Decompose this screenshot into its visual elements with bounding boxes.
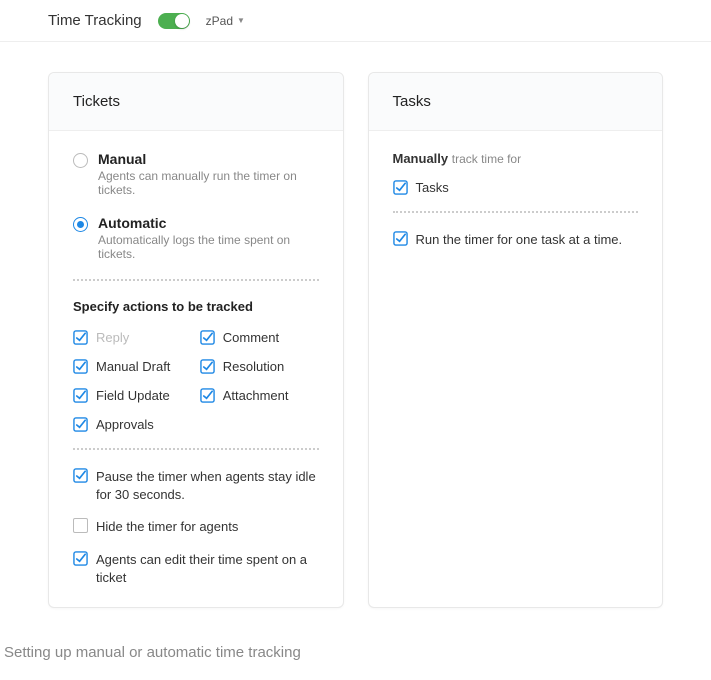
check-icon [73,417,88,432]
check-icon [73,359,88,374]
action-manual-draft-checkbox[interactable]: Manual Draft [73,359,192,374]
tasks-checkbox-label: Tasks [416,180,449,195]
radio-dot [77,221,84,228]
divider [73,279,319,281]
action-approvals-label: Approvals [96,417,154,432]
mode-automatic-label: Automatic [98,215,319,231]
option-one-task-checkbox[interactable]: Run the timer for one task at a time. [393,231,639,249]
check-icon [73,330,88,345]
page-caption: Setting up manual or automatic time trac… [0,638,711,667]
dropdown-label: zPad [206,14,233,28]
toggle-knob [175,14,189,28]
radio-icon [73,153,88,168]
action-reply-label: Reply [96,330,129,345]
check-icon [393,231,408,246]
action-resolution-checkbox[interactable]: Resolution [200,359,319,374]
actions-heading: Specify actions to be tracked [73,299,319,314]
divider [73,448,319,450]
option-agents-edit-checkbox[interactable]: Agents can edit their time spent on a ti… [73,551,319,587]
radio-icon-selected [73,217,88,232]
action-comment-label: Comment [223,330,279,345]
option-hide-timer-checkbox[interactable]: Hide the timer for agents [73,518,319,536]
check-icon [73,468,88,483]
check-icon [73,388,88,403]
option-pause-idle-checkbox[interactable]: Pause the timer when agents stay idle fo… [73,468,319,504]
mode-automatic-desc: Automatically logs the time spent on tic… [98,233,319,261]
action-attachment-checkbox[interactable]: Attachment [200,388,319,403]
action-approvals-checkbox[interactable]: Approvals [73,417,319,432]
action-manual-draft-label: Manual Draft [96,359,170,374]
checkbox-empty-icon [73,518,88,533]
action-field-update-label: Field Update [96,388,170,403]
tasks-panel-title: Tasks [369,73,663,131]
check-icon [200,388,215,403]
workspace-dropdown[interactable]: zPad ▼ [206,14,245,28]
divider [393,211,639,213]
check-icon [73,551,88,566]
tickets-panel: Tickets Manual Agents can manually run t… [48,72,344,608]
tasks-manually-rest: track time for [452,152,521,166]
option-pause-idle-label: Pause the timer when agents stay idle fo… [96,468,319,504]
tasks-manually-line: Manually track time for [393,151,639,166]
check-icon [200,359,215,374]
settings-header: Time Tracking zPad ▼ [0,0,711,42]
time-tracking-toggle[interactable] [158,13,190,29]
tickets-options: Pause the timer when agents stay idle fo… [73,468,319,587]
action-field-update-checkbox[interactable]: Field Update [73,388,192,403]
action-resolution-label: Resolution [223,359,284,374]
action-comment-checkbox[interactable]: Comment [200,330,319,345]
action-attachment-label: Attachment [223,388,289,403]
tasks-panel: Tasks Manually track time for Tasks Run … [368,72,664,608]
tasks-panel-body: Manually track time for Tasks Run the ti… [369,131,663,269]
action-reply-checkbox[interactable]: Reply [73,330,192,345]
check-icon [393,180,408,195]
content-area: Tickets Manual Agents can manually run t… [0,42,711,638]
option-one-task-label: Run the timer for one task at a time. [416,231,623,249]
mode-manual-label: Manual [98,151,319,167]
mode-manual-radio[interactable]: Manual Agents can manually run the timer… [73,151,319,197]
tasks-manually-bold: Manually [393,151,449,166]
mode-manual-desc: Agents can manually run the timer on tic… [98,169,319,197]
check-icon [200,330,215,345]
tickets-panel-title: Tickets [49,73,343,131]
tasks-checkbox[interactable]: Tasks [393,180,639,195]
chevron-down-icon: ▼ [237,16,245,25]
option-hide-timer-label: Hide the timer for agents [96,518,238,536]
page-title: Time Tracking [48,12,142,29]
tickets-panel-body: Manual Agents can manually run the timer… [49,131,343,607]
option-agents-edit-label: Agents can edit their time spent on a ti… [96,551,319,587]
actions-grid: Reply Comment Manual Draft Resolution Fi… [73,330,319,432]
mode-automatic-radio[interactable]: Automatic Automatically logs the time sp… [73,215,319,261]
